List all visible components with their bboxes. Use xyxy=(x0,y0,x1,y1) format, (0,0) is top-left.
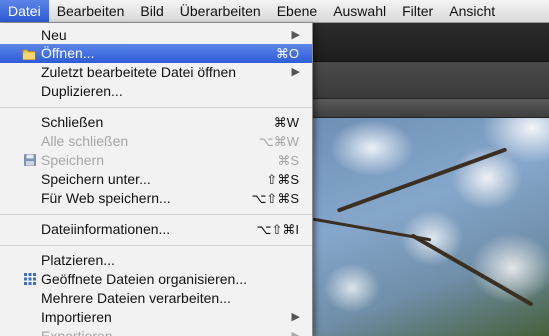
menu-separator xyxy=(0,107,312,108)
menu-ansicht[interactable]: Ansicht xyxy=(441,0,503,22)
submenu-arrow-icon: ▶ xyxy=(291,29,300,41)
menu-item-shortcut: ⇧⌘S xyxy=(266,172,299,187)
image-branch xyxy=(410,233,534,307)
menu-item-neu[interactable]: Neu ▶ xyxy=(0,26,312,45)
menu-item-label: Duplizieren... xyxy=(41,83,123,99)
menu-datei[interactable]: Datei xyxy=(0,0,49,22)
menu-filter[interactable]: Filter xyxy=(394,0,441,22)
menu-bar: Datei Bearbeiten Bild Überarbeiten Ebene… xyxy=(0,0,549,23)
menu-item-label: Zuletzt bearbeitete Datei öffnen xyxy=(41,64,237,80)
menu-ebene[interactable]: Ebene xyxy=(269,0,325,22)
menu-separator xyxy=(0,214,312,215)
menu-ueberarbeiten[interactable]: Überarbeiten xyxy=(172,0,269,22)
menu-item-platzieren[interactable]: Platzieren... xyxy=(0,251,312,270)
menu-item-fuer-web-speichern[interactable]: Für Web speichern... ⌥⇧⌘S xyxy=(0,189,312,208)
menu-item-shortcut: ⌘W xyxy=(273,115,299,130)
submenu-arrow-icon: ▶ xyxy=(291,311,300,323)
menu-item-label: Speichern xyxy=(41,152,105,168)
folder-icon xyxy=(22,49,36,60)
menu-item-exportieren: Exportieren ▶ xyxy=(0,327,312,336)
menu-item-label: Schließen xyxy=(41,114,104,130)
menu-item-label: Alle schließen xyxy=(41,133,129,149)
menu-item-label: Öffnen... xyxy=(41,45,95,61)
grid-icon xyxy=(24,273,36,285)
menu-item-label: Importieren xyxy=(41,309,112,325)
floppy-disk-icon xyxy=(24,154,36,166)
submenu-arrow-icon: ▶ xyxy=(291,66,300,78)
menu-item-schliessen[interactable]: Schließen ⌘W xyxy=(0,113,312,132)
tool-options-bar xyxy=(312,62,549,99)
menu-item-shortcut: ⌥⌘W xyxy=(258,134,299,149)
menu-item-duplizieren[interactable]: Duplizieren... xyxy=(0,82,312,101)
image-branch xyxy=(336,147,508,213)
menu-bearbeiten[interactable]: Bearbeiten xyxy=(49,0,133,22)
menu-item-label: Geöffnete Dateien organisieren... xyxy=(41,271,247,287)
document-tab-bar xyxy=(312,99,549,118)
menu-item-label: Speichern unter... xyxy=(41,171,151,187)
menu-item-label: Platzieren... xyxy=(41,252,115,268)
menu-item-dateiinformationen[interactable]: Dateiinformationen... ⌥⇧⌘I xyxy=(0,220,312,239)
document-image xyxy=(312,118,549,336)
menu-item-dateien-organisieren[interactable]: Geöffnete Dateien organisieren... xyxy=(0,270,312,289)
menu-item-label: Mehrere Dateien verarbeiten... xyxy=(41,290,231,306)
menu-item-zuletzt-bearbeitet[interactable]: Zuletzt bearbeitete Datei öffnen ▶ xyxy=(0,63,312,82)
menu-item-label: Exportieren xyxy=(41,328,113,336)
datei-dropdown-menu: Neu ▶ Öffnen... ⌘O Zuletzt bearbeitete D… xyxy=(0,23,313,336)
menu-bild[interactable]: Bild xyxy=(132,0,171,22)
menu-separator xyxy=(0,245,312,246)
menu-item-shortcut: ⌘S xyxy=(277,153,299,168)
menu-item-speichern-unter[interactable]: Speichern unter... ⇧⌘S xyxy=(0,170,312,189)
menu-item-shortcut: ⌥⇧⌘S xyxy=(251,191,299,206)
image-branch xyxy=(312,217,432,242)
menu-item-shortcut: ⌥⇧⌘I xyxy=(256,222,300,237)
menu-item-label: Dateiinformationen... xyxy=(41,221,171,237)
menu-item-shortcut: ⌘O xyxy=(275,46,299,61)
menu-item-oeffnen[interactable]: Öffnen... ⌘O xyxy=(0,44,312,63)
menu-item-alle-schliessen: Alle schließen ⌥⌘W xyxy=(0,132,312,151)
menu-auswahl[interactable]: Auswahl xyxy=(325,0,394,22)
menu-item-speichern: Speichern ⌘S xyxy=(0,151,312,170)
menu-item-label: Für Web speichern... xyxy=(41,190,171,206)
menu-item-mehrere-dateien[interactable]: Mehrere Dateien verarbeiten... xyxy=(0,289,312,308)
menu-item-importieren[interactable]: Importieren ▶ xyxy=(0,308,312,327)
menu-item-label: Neu xyxy=(41,27,67,43)
submenu-arrow-icon: ▶ xyxy=(291,330,300,336)
options-bar xyxy=(312,23,549,62)
